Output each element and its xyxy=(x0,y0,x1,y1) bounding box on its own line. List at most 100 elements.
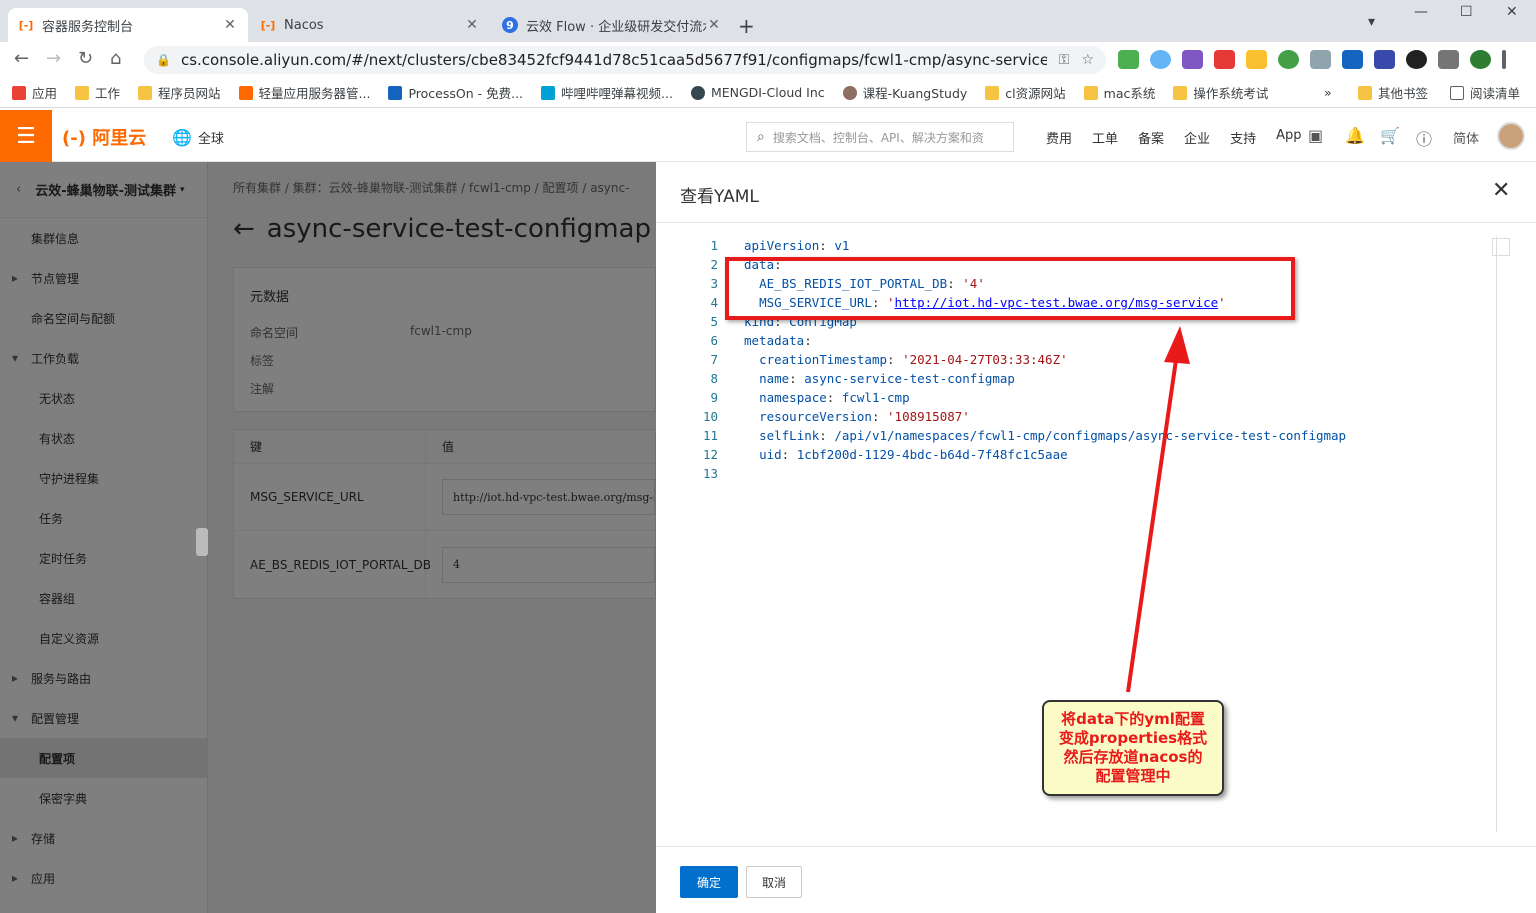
aliyun-logo[interactable]: (-) 阿里云 xyxy=(62,124,146,150)
console-search-input[interactable]: ⌕ 搜索文档、控制台、API、解决方案和资 xyxy=(746,122,1014,152)
nav-app[interactable]: App xyxy=(1276,128,1301,147)
bell-icon[interactable]: 🔔 xyxy=(1345,126,1365,145)
menu-dots-icon[interactable] xyxy=(1502,50,1506,69)
code-line: 8 name: async-service-test-configmap xyxy=(680,369,1480,388)
cart-icon[interactable]: 🛒 xyxy=(1380,126,1400,145)
extension-icon[interactable] xyxy=(1150,50,1171,69)
maximize-button[interactable]: ☐ xyxy=(1460,4,1473,20)
logo-mark-icon: (-) xyxy=(62,128,86,149)
extension-icon[interactable] xyxy=(1342,50,1363,69)
bookmark-folder[interactable]: 操作系统考试 xyxy=(1173,83,1268,102)
new-tab-button[interactable]: + xyxy=(738,14,755,38)
editor-scrollbar[interactable] xyxy=(1496,236,1497,832)
extension-icon[interactable] xyxy=(1406,50,1427,69)
reading-list[interactable]: 阅读清单 xyxy=(1450,83,1520,102)
close-tab-icon[interactable]: ✕ xyxy=(222,17,238,33)
yaml-key: namespace xyxy=(759,390,827,405)
line-number: 10 xyxy=(702,409,718,424)
ok-button[interactable]: 确定 xyxy=(680,866,738,898)
puzzle-icon[interactable] xyxy=(1438,50,1459,69)
modal-overlay[interactable] xyxy=(0,162,656,913)
bookmarks-bar: 应用 工作 程序员网站 轻量应用服务器管... ProcessOn - 免费..… xyxy=(0,78,1536,108)
bookmark-link[interactable]: 轻量应用服务器管... xyxy=(238,83,370,102)
region-selector[interactable]: 🌐 全球 xyxy=(172,128,224,147)
key-icon[interactable]: ⚿ xyxy=(1059,52,1070,68)
extension-icon[interactable] xyxy=(1310,50,1331,69)
bookmark-folder-other[interactable]: 其他书签 xyxy=(1358,83,1428,102)
reload-button[interactable]: ↻ xyxy=(78,48,93,69)
address-bar[interactable]: 🔒 cs.console.aliyun.com/#/next/clusters/… xyxy=(144,46,1106,74)
window-close-button[interactable]: ✕ xyxy=(1506,4,1518,20)
bookmark-link[interactable]: 课程-KuangStudy xyxy=(842,83,967,102)
extension-icon[interactable] xyxy=(1246,50,1267,69)
line-number: 12 xyxy=(702,447,718,462)
forward-button[interactable]: → xyxy=(46,48,61,69)
yaml-value: '2021-04-27T03:33:46Z' xyxy=(902,352,1068,367)
yaml-key: creationTimestamp xyxy=(759,352,887,367)
tab-search-icon[interactable]: ▾ xyxy=(1368,14,1375,30)
menu-hamburger-icon[interactable]: ☰ xyxy=(0,110,52,162)
bookmark-apps[interactable]: 应用 xyxy=(12,83,57,102)
bookmark-folder[interactable]: 工作 xyxy=(75,83,120,102)
nav-billing[interactable]: 费用 xyxy=(1046,128,1072,147)
close-tab-icon[interactable]: ✕ xyxy=(706,17,722,33)
nav-icp[interactable]: 备案 xyxy=(1138,128,1164,147)
bookmark-link[interactable]: ProcessOn - 免费... xyxy=(388,83,523,102)
yaml-value: fcwl1-cmp xyxy=(841,390,910,405)
extension-icon[interactable] xyxy=(1214,50,1235,69)
user-avatar[interactable] xyxy=(1497,122,1525,150)
extension-icon[interactable] xyxy=(1374,50,1395,69)
bookmark-link[interactable]: MENGDI-Cloud Inc xyxy=(690,85,825,100)
line-number: 2 xyxy=(710,257,718,272)
terminal-icon[interactable]: ▣ xyxy=(1308,126,1323,145)
tab-title: 容器服务控制台 xyxy=(42,19,134,35)
tab-title: 云效 Flow · 企业级研发交付流水线 xyxy=(526,19,706,35)
nav-ticket[interactable]: 工单 xyxy=(1092,128,1118,147)
extension-icon[interactable] xyxy=(1118,50,1139,69)
nav-enterprise[interactable]: 企业 xyxy=(1184,128,1210,147)
line-number: 4 xyxy=(710,295,718,310)
lock-icon: 🔒 xyxy=(156,53,171,67)
note-line: 然后存放道nacos的 xyxy=(1063,748,1203,766)
help-icon[interactable]: ⓘ xyxy=(1416,126,1432,150)
more-bookmarks-icon[interactable]: » xyxy=(1324,85,1332,100)
yaml-colon: : xyxy=(819,428,835,443)
line-number: 7 xyxy=(710,352,718,367)
browser-tab-active[interactable]: [-] 容器服务控制台 ✕ xyxy=(8,8,248,42)
yaml-key: apiVersion xyxy=(744,238,820,253)
cancel-button[interactable]: 取消 xyxy=(746,866,802,898)
back-button[interactable]: ← xyxy=(14,48,29,69)
profile-avatar[interactable] xyxy=(1470,50,1491,69)
reading-list-icon xyxy=(1450,85,1464,100)
close-tab-icon[interactable]: ✕ xyxy=(464,17,480,33)
note-line: 将data下的yml配置 xyxy=(1061,710,1205,728)
browser-toolbar: ← → ↻ ⌂ 🔒 cs.console.aliyun.com/#/next/c… xyxy=(0,42,1536,78)
yaml-key: metadata xyxy=(744,333,805,348)
close-icon[interactable]: ✕ xyxy=(1492,178,1510,203)
drawer-collapse-handle[interactable] xyxy=(196,528,208,556)
minimize-button[interactable]: — xyxy=(1414,4,1428,20)
browser-tab[interactable]: 9 云效 Flow · 企业级研发交付流水线 ✕ xyxy=(492,8,732,42)
extension-icon[interactable] xyxy=(1278,50,1299,69)
bookmark-folder[interactable]: cl资源网站 xyxy=(985,83,1066,102)
divider xyxy=(656,222,1536,223)
url-text: cs.console.aliyun.com/#/next/clusters/cb… xyxy=(180,51,1047,69)
yaml-value: async-service-test-configmap xyxy=(804,371,1015,386)
bookmark-folder[interactable]: mac系统 xyxy=(1083,83,1155,102)
bookmark-folder[interactable]: 程序员网站 xyxy=(138,83,221,102)
code-line: 12 uid: 1cbf200d-1129-4bdc-b64d-7f48fc1c… xyxy=(680,445,1480,464)
bookmark-star-icon[interactable]: ☆ xyxy=(1081,52,1094,68)
header-nav: 费用 工单 备案 企业 支持 App xyxy=(1046,128,1301,147)
nav-support[interactable]: 支持 xyxy=(1230,128,1256,147)
browser-tab[interactable]: [-] Nacos ✕ xyxy=(250,8,490,42)
highlight-box xyxy=(725,257,1295,320)
yaml-value: '108915087' xyxy=(887,409,970,424)
line-number: 8 xyxy=(710,371,718,386)
search-icon: ⌕ xyxy=(757,129,765,145)
extension-icon[interactable] xyxy=(1182,50,1203,69)
home-button[interactable]: ⌂ xyxy=(110,48,121,69)
bookmark-link[interactable]: 哔哩哔哩弹幕视频... xyxy=(541,83,673,102)
language-switch[interactable]: 简体 xyxy=(1453,128,1479,147)
